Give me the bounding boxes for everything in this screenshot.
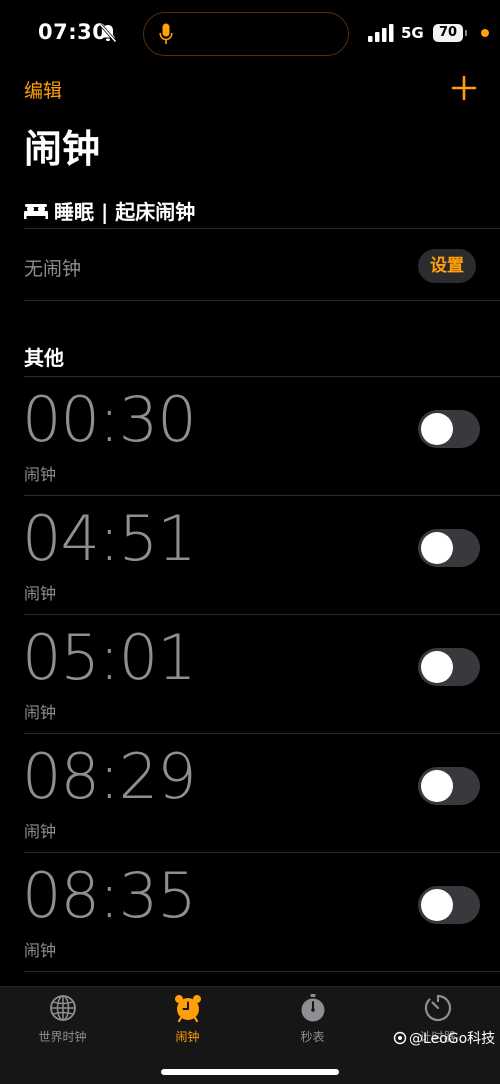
tab-stopwatch[interactable]: 秒表 — [250, 993, 375, 1053]
privacy-indicator-dot — [481, 29, 489, 37]
alarm-time: 08:29 — [22, 740, 197, 813]
divider — [24, 300, 500, 301]
network-label: 5G — [401, 24, 424, 42]
alarm-row[interactable]: 04:51 闹钟 — [0, 496, 500, 615]
setup-button[interactable]: 设置 — [418, 249, 476, 283]
tab-label: 闹钟 — [175, 1030, 200, 1044]
plus-icon[interactable] — [448, 72, 480, 104]
timer-icon — [424, 994, 451, 1022]
divider — [24, 971, 500, 972]
watermark: @LeoGo科技 — [393, 1028, 495, 1048]
bed-icon — [24, 203, 48, 219]
toggle-knob — [421, 532, 453, 564]
tab-label: 世界时钟 — [38, 1030, 87, 1044]
alarm-label: 闹钟 — [24, 584, 57, 603]
toggle-knob — [421, 889, 453, 921]
toggle-knob — [421, 770, 453, 802]
globe-icon — [49, 995, 76, 1021]
battery-level: 70 — [438, 25, 458, 40]
alarm-toggle[interactable] — [418, 648, 480, 686]
alarm-time: 08:35 — [22, 859, 197, 932]
watermark-logo-icon — [393, 1031, 407, 1045]
sleep-section-header: 睡眠 | 起床闹钟 — [24, 196, 195, 225]
sleep-section-title: 睡眠 | 起床闹钟 — [54, 200, 196, 224]
alarm-toggle[interactable] — [418, 529, 480, 567]
tab-alarm[interactable]: 闹钟 — [125, 993, 250, 1053]
tab-label: 秒表 — [300, 1030, 325, 1044]
alarm-row[interactable]: 05:01 闹钟 — [0, 615, 500, 734]
toggle-knob — [421, 651, 453, 683]
stopwatch-icon — [301, 994, 324, 1022]
other-section-title: 其他 — [24, 346, 64, 370]
home-indicator[interactable] — [161, 1069, 339, 1075]
alarm-time: 00:30 — [22, 383, 197, 456]
watermark-text: @LeoGo科技 — [409, 1031, 496, 1047]
signal-icon — [368, 24, 394, 42]
bell-slash-icon — [99, 23, 117, 43]
alarm-row[interactable]: 08:35 闹钟 — [0, 853, 500, 972]
alarm-time: 05:01 — [22, 621, 197, 694]
divider — [24, 228, 500, 229]
tab-world-clock[interactable]: 世界时钟 — [0, 993, 125, 1053]
alarm-row[interactable]: 08:29 闹钟 — [0, 734, 500, 853]
alarm-label: 闹钟 — [24, 941, 57, 960]
alarm-clock-icon — [174, 995, 201, 1023]
alarm-row[interactable]: 00:30 闹钟 — [0, 377, 500, 496]
alarm-time: 04:51 — [22, 502, 197, 575]
no-alarm-label: 无闹钟 — [24, 258, 82, 280]
edit-button[interactable]: 编辑 — [24, 76, 62, 103]
alarm-toggle[interactable] — [418, 886, 480, 924]
alarm-label: 闹钟 — [24, 822, 57, 841]
battery-icon: 70 — [433, 24, 467, 42]
status-time: 07:30 — [38, 20, 108, 44]
status-bar: 07:30 5G 70 — [0, 0, 500, 68]
page-title: 闹钟 — [24, 127, 101, 171]
mic-icon — [159, 23, 173, 44]
alarm-toggle[interactable] — [418, 410, 480, 448]
alarm-toggle[interactable] — [418, 767, 480, 805]
alarm-label: 闹钟 — [24, 703, 57, 722]
alarm-label: 闹钟 — [24, 465, 57, 484]
dynamic-island[interactable] — [143, 12, 349, 56]
toggle-knob — [421, 413, 453, 445]
